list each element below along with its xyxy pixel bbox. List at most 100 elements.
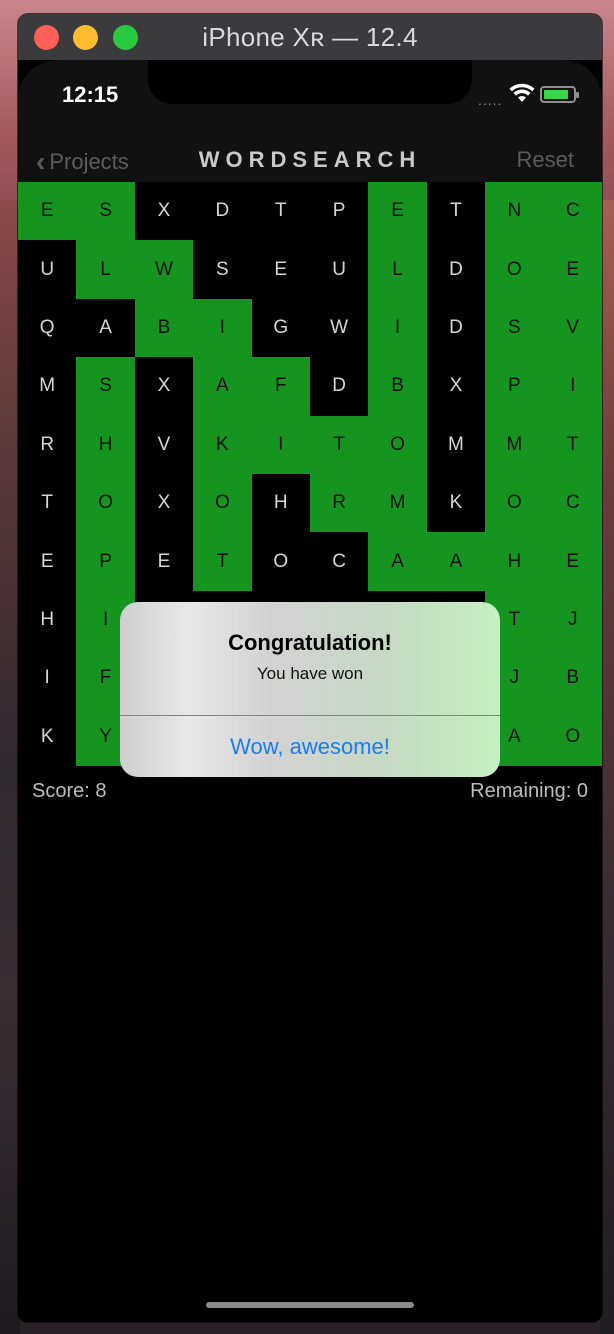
grid-cell[interactable]: H xyxy=(485,532,544,591)
grid-cell[interactable]: H xyxy=(76,415,135,474)
grid-cell[interactable]: N xyxy=(485,182,544,241)
alert-confirm-button[interactable]: Wow, awesome! xyxy=(120,716,500,777)
grid-cell[interactable]: L xyxy=(76,240,135,299)
reset-button[interactable]: Reset xyxy=(517,147,574,173)
status-time: 12:15 xyxy=(62,82,119,107)
grid-cell[interactable]: S xyxy=(485,298,544,358)
home-indicator[interactable] xyxy=(206,1302,414,1308)
minimize-window-button[interactable] xyxy=(73,25,98,50)
grid-cell[interactable]: C xyxy=(543,473,602,533)
grid-cell[interactable]: E xyxy=(18,182,77,241)
grid-cell[interactable]: C xyxy=(543,182,602,241)
grid-cell[interactable]: B xyxy=(368,357,427,416)
zoom-window-button[interactable] xyxy=(113,25,138,50)
grid-cell[interactable]: U xyxy=(18,240,76,298)
navigation-bar: ‹ Projects WORDSEARCH Reset xyxy=(18,138,602,182)
grid-cell[interactable]: I xyxy=(543,357,602,416)
grid-cell[interactable]: P xyxy=(485,357,544,416)
grid-cell[interactable]: E xyxy=(18,532,76,590)
grid-cell[interactable]: O xyxy=(543,707,602,766)
grid-cell[interactable]: A xyxy=(426,532,486,591)
score-row: Score: 8 Remaining: 0 xyxy=(18,776,602,806)
score-label: Score: 8 xyxy=(32,780,107,802)
page-title: WORDSEARCH xyxy=(198,147,422,172)
grid-cell[interactable]: E xyxy=(543,240,602,299)
grid-cell[interactable]: X xyxy=(135,357,193,415)
grid-cell[interactable]: V xyxy=(135,416,193,474)
grid-cell[interactable]: T xyxy=(427,182,485,240)
grid-cell[interactable]: M xyxy=(485,415,544,474)
grid-cell[interactable]: I xyxy=(251,415,310,474)
grid-cell[interactable]: O xyxy=(193,473,252,533)
alert-title: Congratulation! xyxy=(228,630,392,655)
grid-cell[interactable]: T xyxy=(18,474,76,532)
grid-cell[interactable]: A xyxy=(193,357,252,416)
grid-cell[interactable]: A xyxy=(76,299,134,357)
grid-cell[interactable]: R xyxy=(309,473,369,533)
grid-cell[interactable]: A xyxy=(368,532,427,591)
grid-cell[interactable]: S xyxy=(76,182,135,241)
grid-cell[interactable]: J xyxy=(543,590,602,650)
grid-cell[interactable]: E xyxy=(252,240,310,298)
cellular-signal-icon: ..... xyxy=(478,92,503,108)
grid-cell[interactable]: T xyxy=(543,415,602,474)
grid-cell[interactable]: S xyxy=(76,357,135,416)
grid-cell[interactable]: O xyxy=(252,532,310,590)
grid-cell[interactable]: M xyxy=(18,357,76,415)
grid-cell[interactable]: V xyxy=(543,298,602,358)
grid-cell[interactable]: E xyxy=(135,532,193,590)
grid-cell[interactable]: L xyxy=(368,240,427,299)
grid-cell[interactable]: I xyxy=(18,649,76,707)
grid-cell[interactable]: U xyxy=(310,240,368,298)
desktop-wallpaper-left xyxy=(0,200,20,1334)
grid-cell[interactable]: O xyxy=(485,473,544,533)
grid-cell[interactable]: I xyxy=(368,298,427,358)
grid-cell[interactable]: M xyxy=(368,473,427,533)
grid-cell[interactable]: K xyxy=(18,708,76,766)
grid-cell[interactable]: O xyxy=(485,240,544,299)
grid-cell[interactable]: Q xyxy=(18,299,76,357)
grid-cell[interactable]: T xyxy=(193,532,252,591)
grid-cell[interactable]: K xyxy=(193,415,252,474)
grid-cell[interactable]: B xyxy=(134,298,194,358)
window-title: iPhone Xʀ — 12.4 xyxy=(202,21,418,52)
grid-cell[interactable]: W xyxy=(134,240,194,299)
grid-cell[interactable]: D xyxy=(310,357,368,415)
grid-cell[interactable]: C xyxy=(310,532,368,590)
grid-cell[interactable]: T xyxy=(252,182,310,240)
grid-cell[interactable]: X xyxy=(427,357,485,415)
win-alert-dialog: Congratulation! You have won Wow, awesom… xyxy=(120,602,500,777)
grid-cell[interactable]: E xyxy=(368,182,427,241)
grid-cell[interactable]: X xyxy=(135,474,193,532)
grid-cell[interactable]: T xyxy=(309,415,369,474)
device-screen: 12:15 ..... ‹ Projects WORDSEARCH Reset … xyxy=(18,60,602,1322)
grid-cell[interactable]: K xyxy=(427,474,485,532)
close-window-button[interactable] xyxy=(34,25,59,50)
grid-cell[interactable]: P xyxy=(310,182,368,240)
wifi-icon xyxy=(509,83,535,102)
remaining-label: Remaining: 0 xyxy=(470,780,588,802)
grid-cell[interactable]: W xyxy=(310,299,368,357)
grid-cell[interactable]: D xyxy=(427,299,485,357)
grid-cell[interactable]: O xyxy=(368,415,427,474)
status-bar: 12:15 ..... xyxy=(18,60,602,138)
grid-cell[interactable]: F xyxy=(251,357,310,416)
grid-cell[interactable]: X xyxy=(135,182,193,240)
grid-cell[interactable]: E xyxy=(543,532,602,591)
grid-cell[interactable]: B xyxy=(543,649,602,708)
grid-cell[interactable]: D xyxy=(193,182,251,240)
grid-cell[interactable]: D xyxy=(427,240,485,298)
grid-cell[interactable]: S xyxy=(193,240,251,298)
grid-cell[interactable]: H xyxy=(18,591,76,649)
simulator-window: iPhone Xʀ — 12.4 12:15 ..... ‹ Projects … xyxy=(18,14,602,1322)
window-titlebar[interactable]: iPhone Xʀ — 12.4 xyxy=(18,14,602,60)
alert-message: You have won xyxy=(256,664,364,683)
grid-cell[interactable]: H xyxy=(252,474,310,532)
grid-cell[interactable]: R xyxy=(18,416,76,474)
grid-cell[interactable]: P xyxy=(76,532,135,591)
grid-cell[interactable]: G xyxy=(252,299,310,357)
grid-cell[interactable]: I xyxy=(193,298,252,358)
grid-cell[interactable]: O xyxy=(76,473,135,533)
grid-cell[interactable]: M xyxy=(427,416,485,474)
battery-icon xyxy=(540,86,579,103)
